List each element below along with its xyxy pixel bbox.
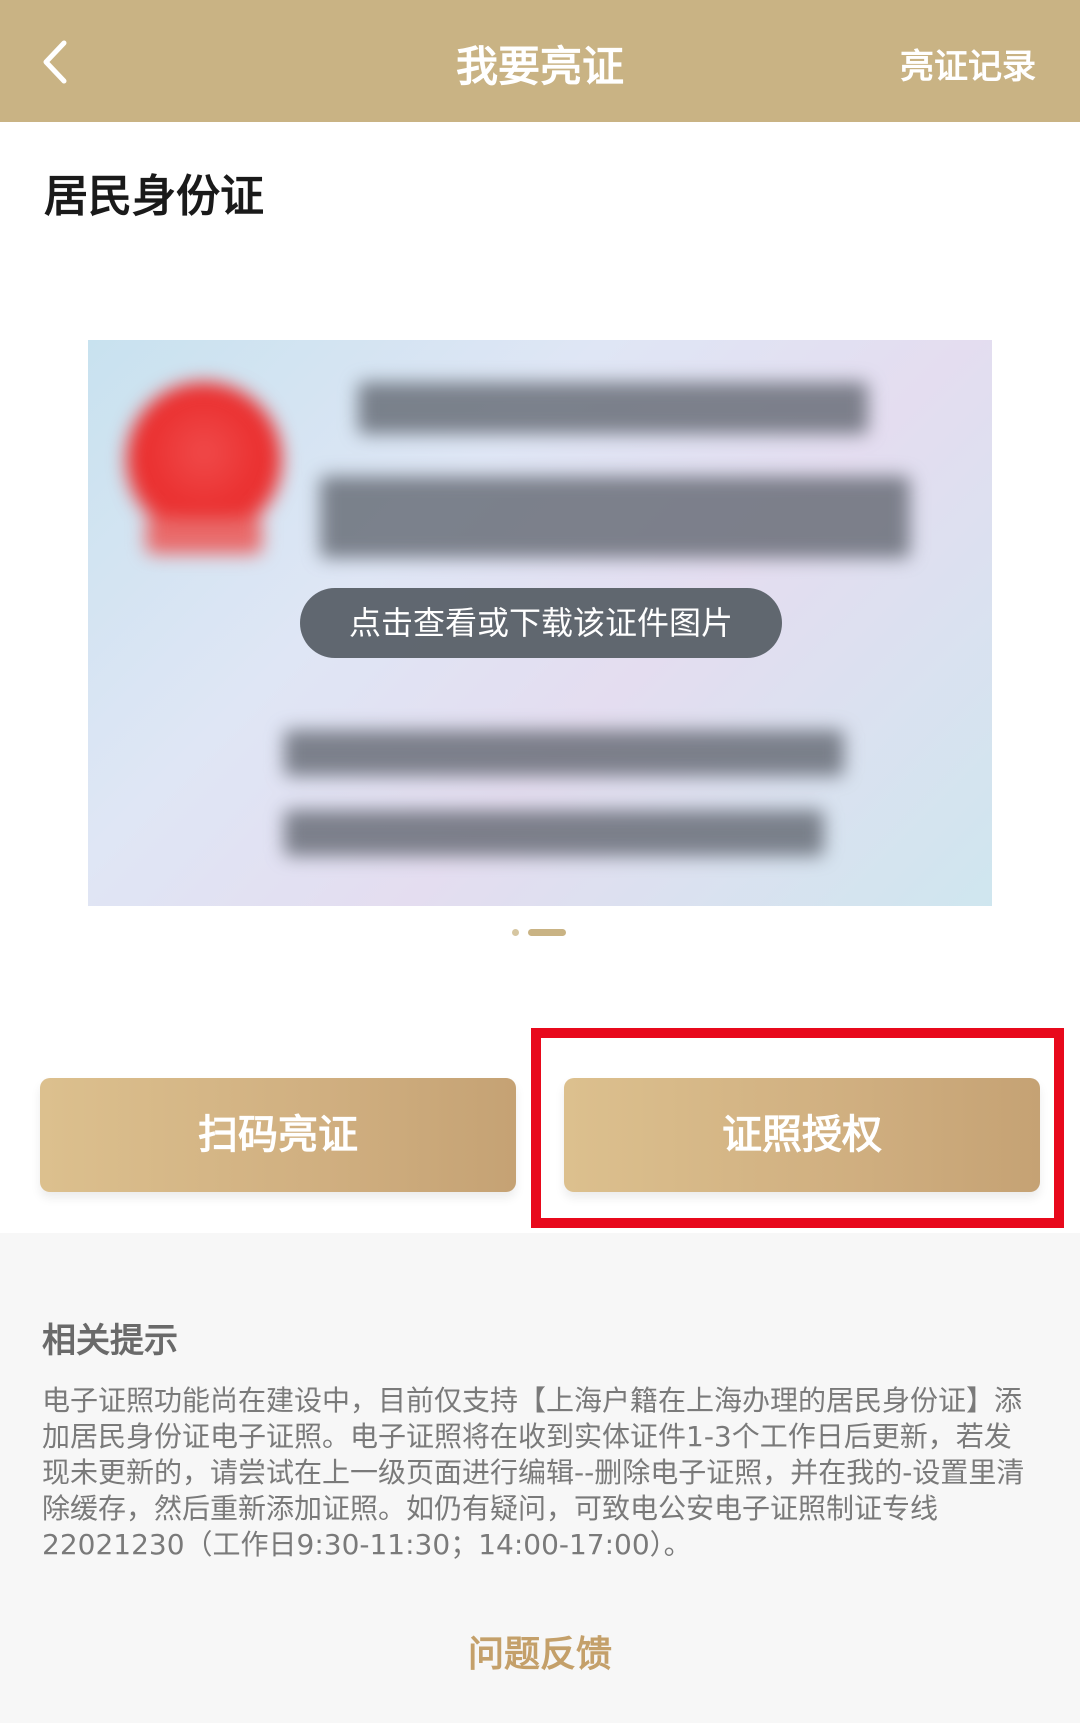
tips-body: 电子证照功能尚在建设中，目前仅支持【上海户籍在上海办理的居民身份证】添加居民身份… xyxy=(42,1384,1025,1561)
show-record-link[interactable]: 亮证记录 xyxy=(900,0,1036,134)
view-download-hint[interactable]: 点击查看或下载该证件图片 xyxy=(300,588,782,658)
blurred-text-line xyxy=(284,810,824,856)
emblem-base xyxy=(146,518,262,554)
license-authorize-button[interactable]: 证照授权 xyxy=(564,1078,1040,1192)
back-button[interactable] xyxy=(20,26,92,98)
tips-heading: 相关提示 xyxy=(42,1321,178,1361)
blurred-text-line xyxy=(358,382,868,434)
carousel-dot-active xyxy=(528,928,566,936)
id-card-image[interactable]: 点击查看或下载该证件图片 xyxy=(88,340,992,906)
tips-section: 相关提示 电子证照功能尚在建设中，目前仅支持【上海户籍在上海办理的居民身份证】添… xyxy=(0,1233,1080,1723)
carousel-indicator xyxy=(512,928,566,936)
blurred-text-line xyxy=(284,730,844,776)
national-emblem-icon xyxy=(126,382,282,538)
feedback-link[interactable]: 问题反馈 xyxy=(0,1625,1080,1677)
blurred-text-line xyxy=(320,476,910,558)
carousel-dot xyxy=(512,928,519,936)
document-title: 居民身份证 xyxy=(44,171,264,222)
top-nav-bar: 我要亮证 亮证记录 xyxy=(0,0,1080,122)
chevron-left-icon xyxy=(43,40,67,84)
scan-show-button[interactable]: 扫码亮证 xyxy=(40,1078,516,1192)
